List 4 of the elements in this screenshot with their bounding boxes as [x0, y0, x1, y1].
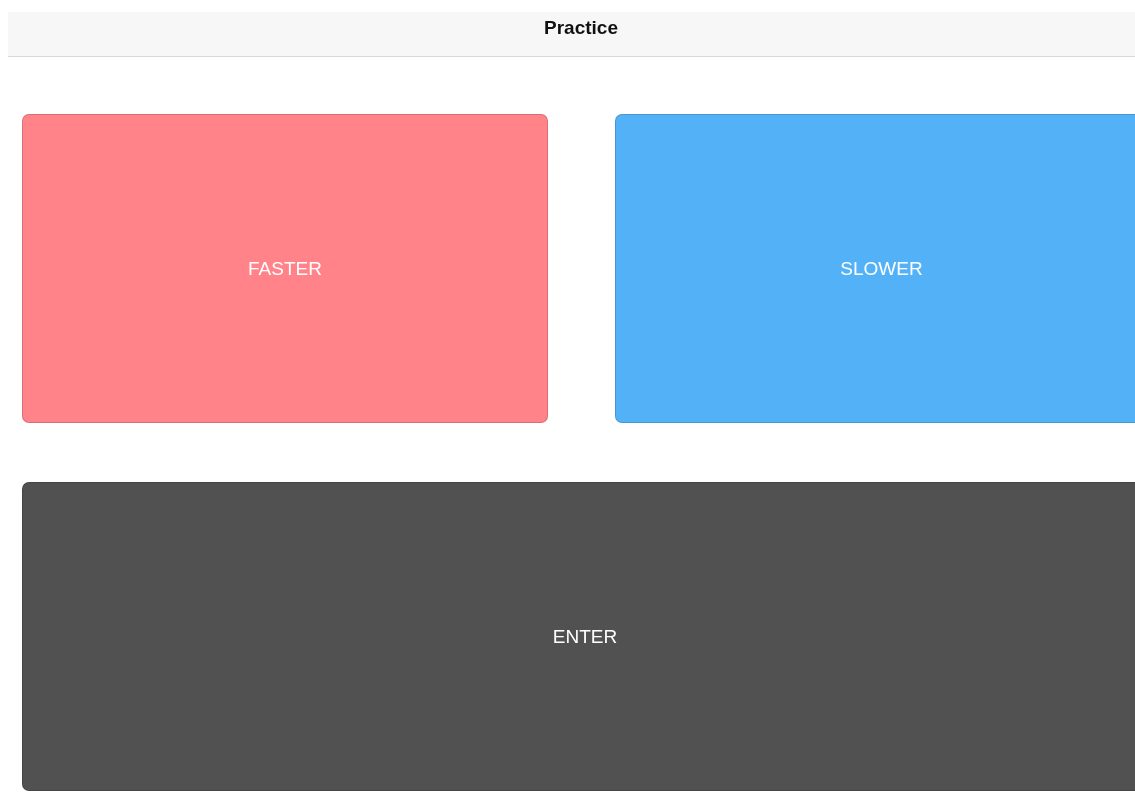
speed-button[interactable]: FASTER: [22, 114, 548, 423]
page-title: Practice: [544, 17, 618, 39]
speed-button[interactable]: SLOWER: [615, 114, 1135, 423]
speed-button[interactable]: ENTER: [22, 482, 1135, 791]
